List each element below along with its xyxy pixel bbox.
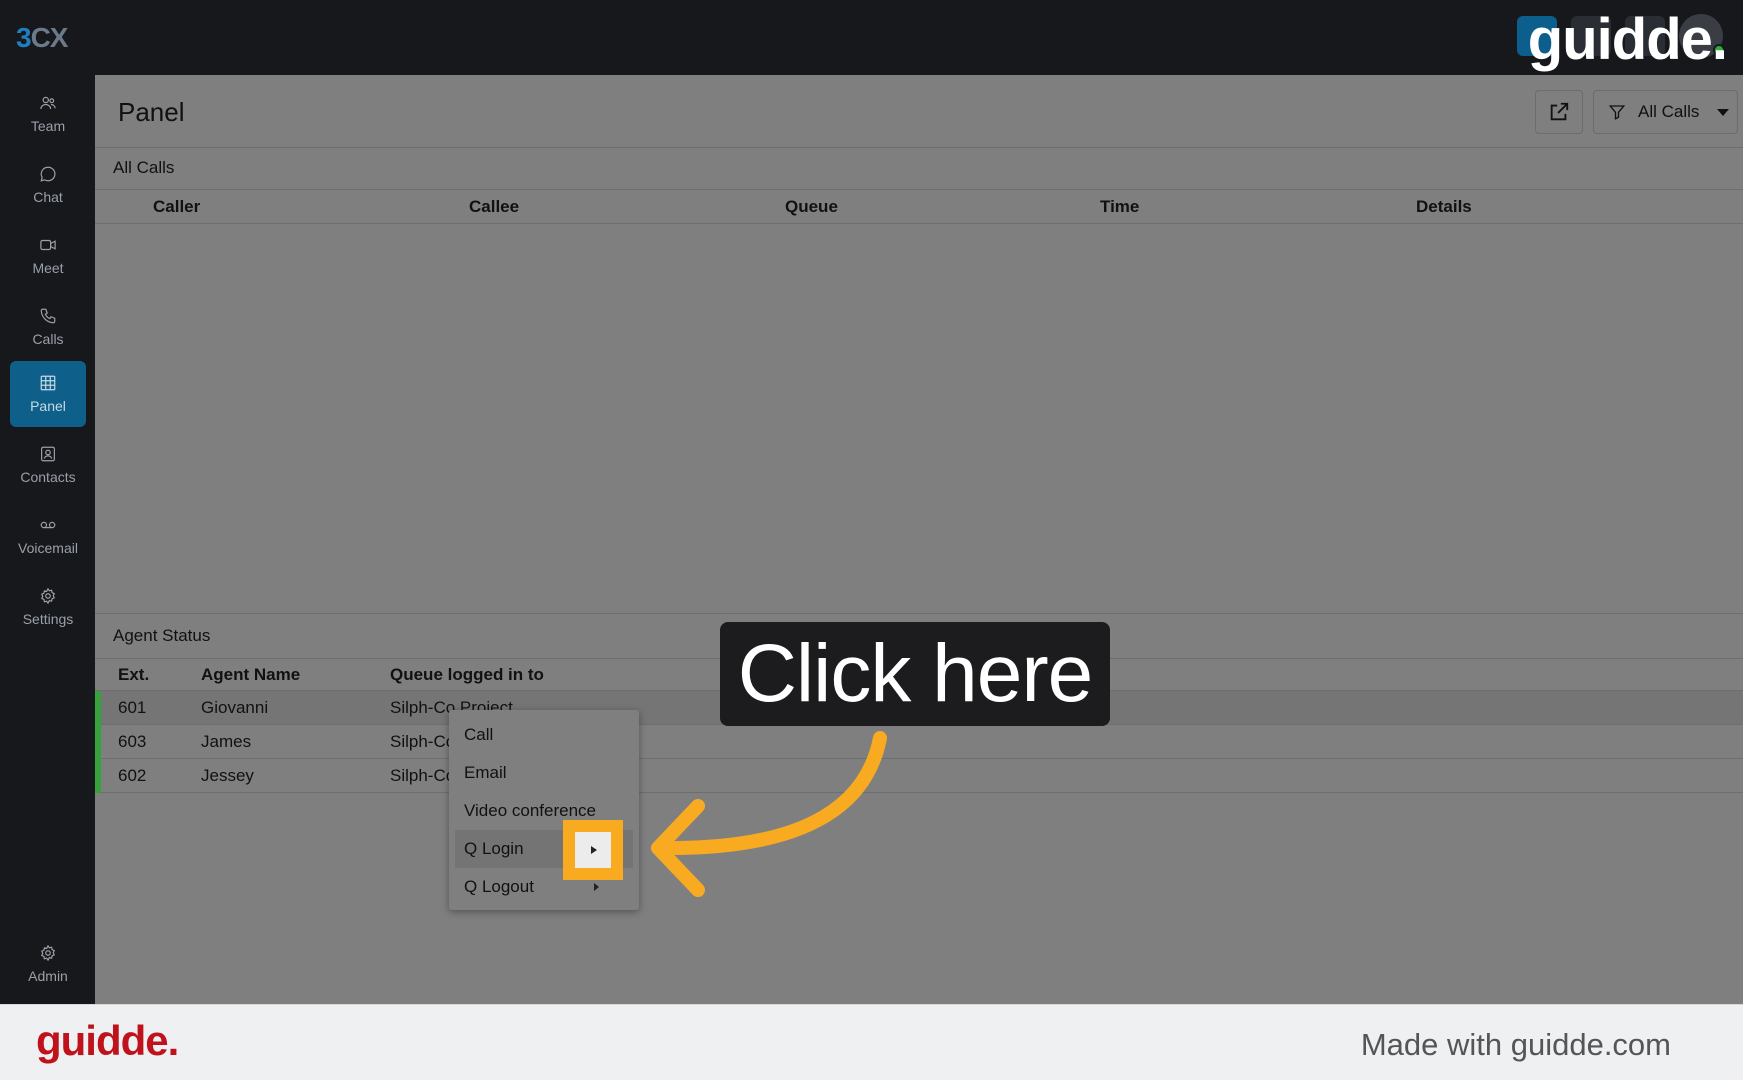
phone-icon bbox=[40, 308, 56, 324]
column-time[interactable]: Time bbox=[1100, 197, 1139, 217]
context-menu: Call Email Video conference Q Login Q Lo… bbox=[449, 710, 639, 910]
submenu-arrow-icon bbox=[591, 846, 597, 854]
gear-icon bbox=[40, 587, 56, 605]
agent-name: Jessey bbox=[201, 766, 254, 785]
column-agent-name[interactable]: Agent Name bbox=[201, 665, 300, 685]
divider bbox=[95, 223, 1743, 224]
table-row[interactable]: 603 James Silph-Co bbox=[95, 725, 1743, 759]
column-caller[interactable]: Caller bbox=[153, 197, 200, 217]
column-details[interactable]: Details bbox=[1416, 197, 1472, 217]
agent-name: Giovanni bbox=[201, 698, 269, 717]
divider bbox=[95, 613, 1743, 614]
filter-label: All Calls bbox=[1638, 102, 1700, 121]
contact-icon bbox=[41, 446, 55, 462]
agent-ext: 602 bbox=[118, 766, 147, 785]
sidebar-item-label: Chat bbox=[33, 189, 63, 205]
sidebar-item-contacts[interactable]: Contacts bbox=[10, 432, 86, 498]
menu-item-email[interactable]: Email bbox=[449, 754, 639, 792]
sidebar-item-meet[interactable]: Meet bbox=[10, 223, 86, 289]
sidebar-item-label: Voicemail bbox=[18, 540, 78, 556]
filter-icon bbox=[1608, 105, 1626, 120]
team-icon bbox=[40, 96, 56, 110]
sidebar-item-label: Admin bbox=[28, 968, 68, 984]
voicemail-icon bbox=[40, 521, 56, 529]
column-queue[interactable]: Queue bbox=[785, 197, 838, 217]
chat-icon bbox=[40, 166, 56, 182]
footer: guidde. Made with guidde.com bbox=[0, 1004, 1743, 1080]
sidebar-item-label: Meet bbox=[32, 260, 64, 276]
sidebar-item-chat[interactable]: Chat bbox=[10, 152, 86, 218]
sidebar-item-team[interactable]: Team bbox=[10, 81, 86, 147]
app-logo[interactable]: 3CX bbox=[16, 22, 69, 54]
agent-queue: Silph-Co bbox=[390, 732, 456, 751]
sidebar-item-panel[interactable]: Panel bbox=[10, 361, 86, 427]
guidde-logo[interactable]: guidde. bbox=[36, 1017, 179, 1065]
main-content: Panel All Calls All Calls Caller Callee … bbox=[95, 75, 1743, 1004]
sidebar-item-voicemail[interactable]: Voicemail bbox=[10, 503, 86, 569]
external-link-icon bbox=[1550, 102, 1569, 121]
sidebar: Team Chat Meet Calls Panel Contacts Voic… bbox=[0, 75, 95, 1004]
logo-three: 3 bbox=[16, 22, 32, 53]
status-bar bbox=[95, 691, 101, 725]
sidebar-item-label: Panel bbox=[30, 398, 66, 414]
logo-cx: CX bbox=[30, 22, 69, 53]
filter-dropdown[interactable]: All Calls bbox=[1593, 90, 1738, 134]
top-bar: 3CX guidde. bbox=[0, 0, 1743, 75]
made-with-text[interactable]: Made with guidde.com bbox=[1361, 1027, 1671, 1063]
guidde-watermark: guidde. bbox=[1527, 7, 1728, 72]
sidebar-item-label: Calls bbox=[32, 331, 64, 347]
callout-arrow-icon bbox=[651, 731, 887, 897]
column-ext[interactable]: Ext. bbox=[118, 665, 149, 685]
sidebar-item-calls[interactable]: Calls bbox=[10, 294, 86, 360]
agent-ext: 601 bbox=[118, 698, 147, 717]
highlight-target[interactable] bbox=[563, 820, 623, 880]
agent-name: James bbox=[201, 732, 252, 751]
agent-ext: 603 bbox=[118, 732, 147, 751]
menu-item-call[interactable]: Call bbox=[449, 716, 639, 754]
sidebar-item-label: Team bbox=[30, 118, 66, 134]
status-bar bbox=[95, 759, 101, 793]
click-here-callout: Click here bbox=[720, 622, 1110, 726]
menu-item-label: Q Login bbox=[464, 839, 524, 858]
page-title: Panel bbox=[118, 97, 185, 127]
sidebar-item-label: Contacts bbox=[20, 469, 76, 485]
popout-button[interactable] bbox=[1535, 90, 1583, 134]
chevron-down-icon bbox=[1717, 108, 1730, 116]
q-login-submenu-arrow[interactable] bbox=[575, 832, 611, 868]
agent-queue: Silph-Co bbox=[390, 766, 456, 785]
sidebar-item-label: Settings bbox=[22, 611, 74, 627]
column-callee[interactable]: Callee bbox=[469, 197, 519, 217]
sidebar-item-settings[interactable]: Settings bbox=[10, 574, 86, 640]
column-queue-logged-in[interactable]: Queue logged in to bbox=[390, 665, 544, 685]
divider bbox=[95, 147, 1743, 148]
status-bar bbox=[95, 725, 101, 759]
submenu-arrow-icon bbox=[594, 883, 599, 891]
all-calls-label: All Calls bbox=[113, 158, 175, 177]
sidebar-item-admin[interactable]: Admin bbox=[10, 931, 86, 997]
menu-item-label: Q Logout bbox=[464, 877, 534, 896]
grid-icon bbox=[40, 375, 56, 391]
agent-status-label: Agent Status bbox=[113, 626, 211, 645]
admin-gear-icon bbox=[40, 944, 56, 962]
video-icon bbox=[40, 239, 56, 251]
divider bbox=[95, 189, 1743, 190]
table-row[interactable]: 602 Jessey Silph-Co bbox=[95, 759, 1743, 793]
